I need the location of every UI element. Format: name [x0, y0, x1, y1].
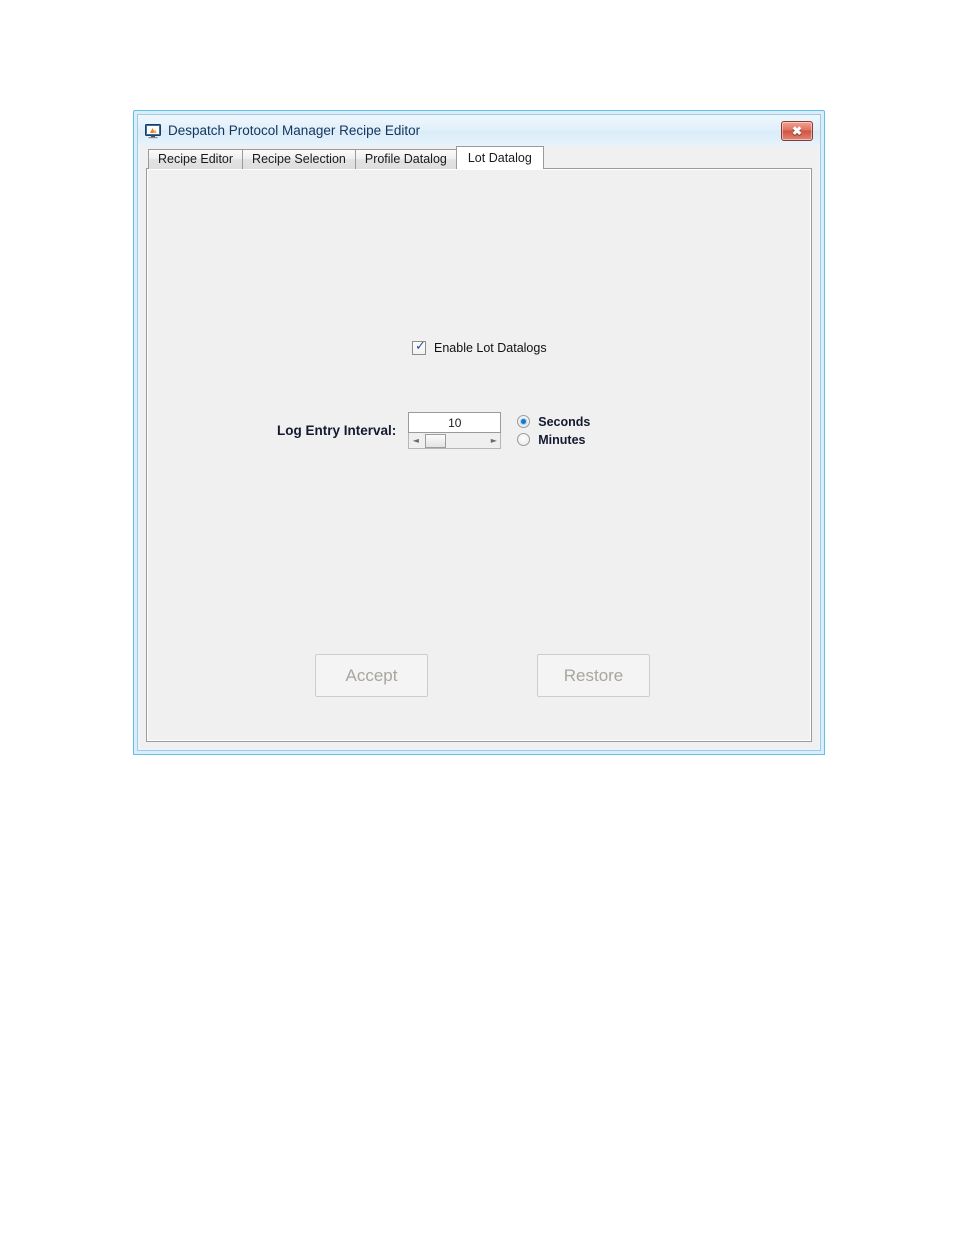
tab-strip: Recipe Editor Recipe Selection Profile D…	[140, 146, 818, 169]
enable-lot-datalogs-checkbox[interactable]: ✓	[412, 339, 426, 355]
enable-lot-datalogs-label: Enable Lot Datalogs	[434, 341, 547, 355]
close-icon[interactable]: ✖	[781, 120, 813, 141]
log-entry-interval-scrollbar[interactable]: ◄ ►	[408, 433, 502, 449]
log-entry-interval-row: Log Entry Interval: 10 ◄ ► Seconds Minut…	[277, 412, 590, 449]
tab-profile-datalog[interactable]: Profile Datalog	[354, 149, 457, 169]
scroll-right-icon[interactable]: ►	[487, 434, 500, 448]
enable-lot-datalogs-row[interactable]: ✓ Enable Lot Datalogs	[412, 339, 547, 355]
radio-option-minutes[interactable]: Minutes	[517, 431, 590, 449]
scroll-left-icon[interactable]: ◄	[409, 434, 422, 448]
log-entry-interval-spinner[interactable]: 10 ◄ ►	[408, 412, 502, 449]
lot-datalog-panel: ✓ Enable Lot Datalogs Log Entry Interval…	[146, 168, 812, 742]
radio-seconds-indicator[interactable]	[517, 415, 531, 428]
checkmark-icon: ✓	[415, 339, 426, 354]
log-entry-interval-input[interactable]: 10	[408, 412, 502, 433]
restore-button[interactable]: Restore	[537, 654, 650, 697]
title-bar[interactable]: Despatch Protocol Manager Recipe Editor …	[138, 115, 820, 146]
accept-button[interactable]: Accept	[315, 654, 428, 697]
tab-recipe-editor[interactable]: Recipe Editor	[148, 149, 244, 169]
tab-recipe-selection[interactable]: Recipe Selection	[242, 149, 356, 169]
window-title: Despatch Protocol Manager Recipe Editor	[168, 123, 421, 138]
radio-seconds-label: Seconds	[538, 414, 591, 429]
action-button-row: Accept Restore	[315, 654, 650, 697]
scrollbar-track[interactable]	[422, 433, 487, 448]
interval-units-radio-group: Seconds Minutes	[517, 413, 590, 449]
client-area: Recipe Editor Recipe Selection Profile D…	[140, 146, 818, 748]
log-entry-interval-label: Log Entry Interval:	[277, 423, 397, 438]
scrollbar-thumb[interactable]	[425, 433, 447, 448]
window-inner-frame: Despatch Protocol Manager Recipe Editor …	[137, 114, 821, 751]
application-window: Despatch Protocol Manager Recipe Editor …	[133, 110, 825, 755]
radio-minutes-label: Minutes	[538, 432, 586, 447]
radio-option-seconds[interactable]: Seconds	[517, 413, 590, 431]
tab-lot-datalog[interactable]: Lot Datalog	[455, 146, 544, 169]
close-glyph: ✖	[791, 123, 803, 138]
application-monitor-icon	[145, 123, 161, 139]
radio-minutes-indicator[interactable]	[517, 433, 531, 446]
